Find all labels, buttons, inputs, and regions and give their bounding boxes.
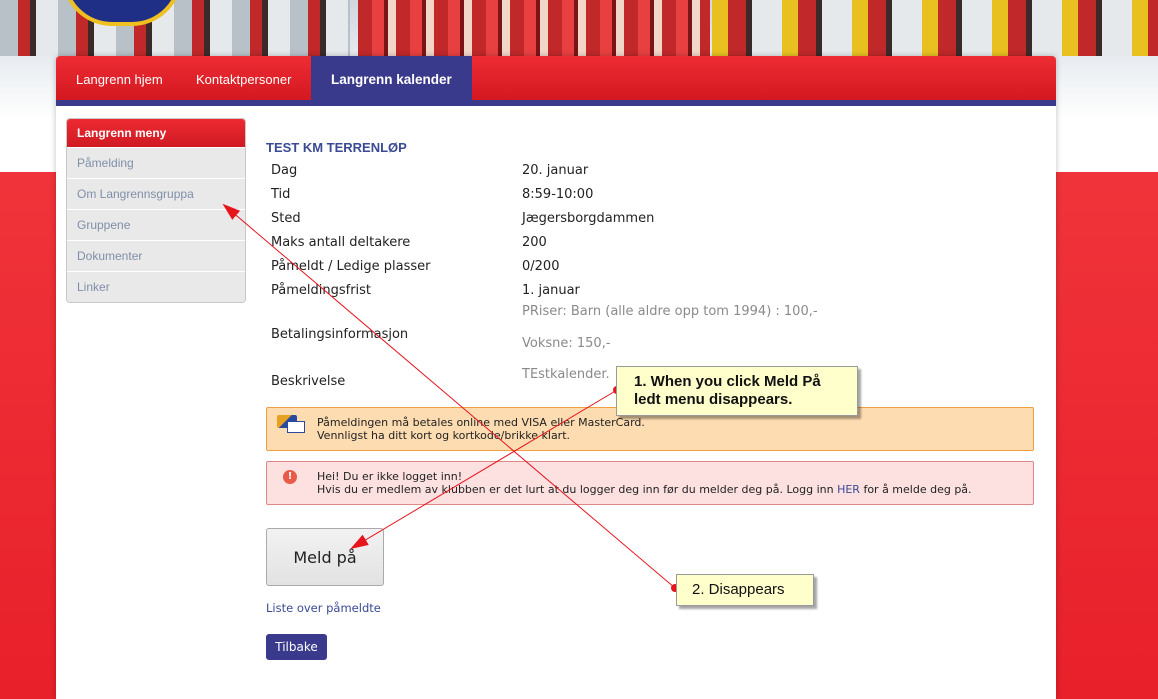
annotation-callout-1: 1. When you click Meld På ledt menu disa… [616, 366, 858, 416]
arrow-to-meld-pa [350, 389, 618, 550]
arrow-to-sidebar-menu [222, 203, 676, 589]
annotation-arrows [222, 203, 679, 592]
callout-1-line1: 1. When you click Meld På [634, 373, 821, 390]
callout-2-text: 2. Disappears [692, 581, 785, 598]
callout-1-text: 1. When you click Meld På ledt menu disa… [634, 373, 821, 409]
annotation-callout-2: 2. Disappears [676, 574, 814, 606]
callout-1-line2: ledt menu disappears. [634, 391, 793, 408]
